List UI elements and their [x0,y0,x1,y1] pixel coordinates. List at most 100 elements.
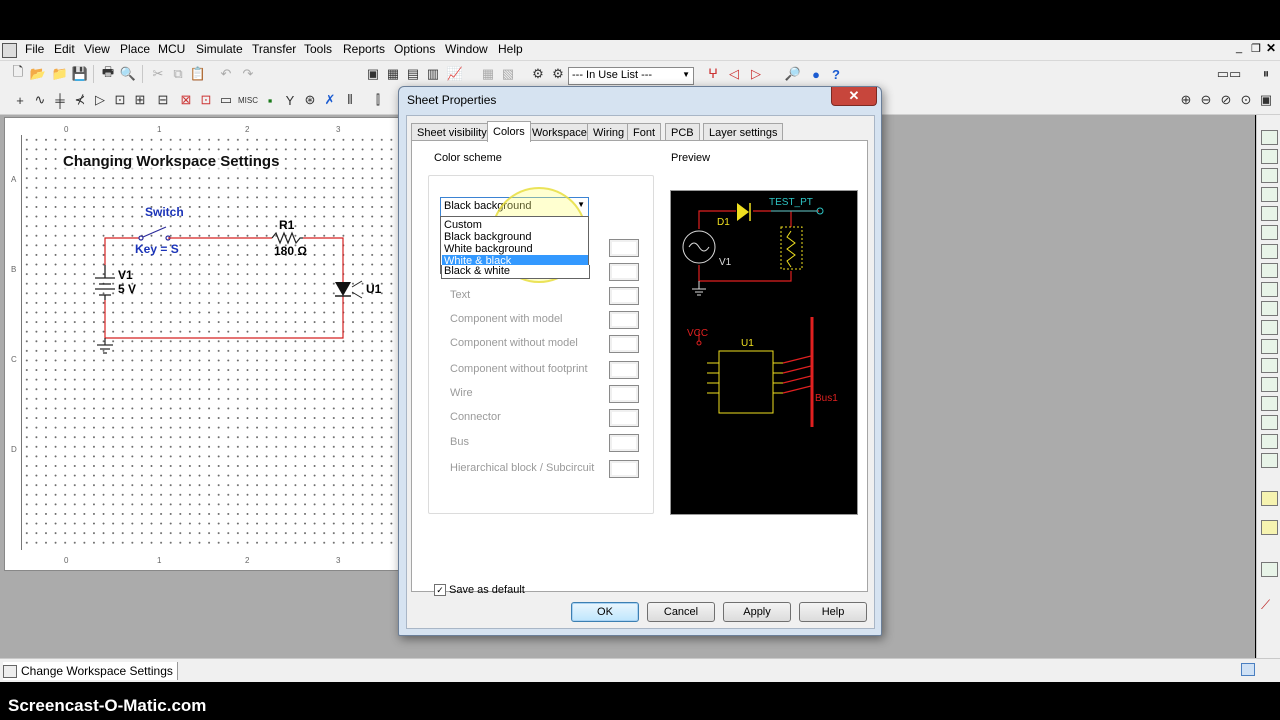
tab-pcb[interactable]: PCB [665,123,700,141]
find-component-icon[interactable]: 🔎 [785,66,801,82]
color-label-connector: Connector [450,411,501,423]
help-button[interactable]: Help [799,602,867,622]
color-swatch-wire[interactable] [609,385,639,403]
resistor-symbol [271,231,303,245]
function-generator-icon[interactable] [1261,149,1278,164]
r1-label: R1 [279,218,295,232]
save-as-default-checkbox[interactable]: ✓ Save as default [434,584,525,596]
v1-label: V1 [118,268,133,282]
menu-help[interactable]: Help [498,42,523,56]
sheet-tab[interactable]: Change Workspace Settings [3,662,178,680]
chevron-down-icon: ▼ [682,70,690,79]
close-icon[interactable]: ✕ [1266,41,1276,55]
option-black-white[interactable]: Black & white [441,265,590,279]
current-probe-icon[interactable] [1261,562,1278,577]
color-swatch-hierarchical-block[interactable] [609,460,639,478]
preview-bus1: Bus1 [815,393,838,404]
ok-button[interactable]: OK [571,602,639,622]
status-bar: Change Workspace Settings [0,658,1280,683]
in-use-list-select[interactable]: --- In Use List --- ▼ [568,67,694,85]
color-swatch-background[interactable] [609,239,639,257]
postprocessor-icon[interactable]: ▧ [500,66,516,82]
agilent-oscilloscope-icon[interactable] [1261,434,1278,449]
ni-elvis-icon[interactable] [1261,520,1278,535]
tab-colors[interactable]: Colors [487,121,531,142]
oscilloscope-icon[interactable] [1261,187,1278,202]
component-wizard-icon[interactable]: ▦ [480,66,496,82]
option-white-background[interactable]: White background [442,243,588,255]
logic-converter-icon[interactable] [1261,282,1278,297]
spectrum-analyzer-icon[interactable] [1261,358,1278,373]
erc-icon[interactable]: ⚙ [530,66,546,82]
option-custom[interactable]: Custom [442,219,588,231]
tab-layer-settings[interactable]: Layer settings [703,123,784,141]
database-icon[interactable]: ▥ [425,66,441,82]
color-preview: TEST_PT D1 V1 VCC U1 Bus1 [670,190,858,515]
color-swatch-component-without-model[interactable] [609,335,639,353]
menu-window[interactable]: Window [445,42,488,56]
tab-workspace[interactable]: Workspace [526,123,593,141]
measurement-probe-icon[interactable]: ⟋ [1261,597,1276,612]
four-channel-oscilloscope-icon[interactable] [1261,206,1278,221]
preview-u1: U1 [741,338,754,349]
switch-label: Switch [145,205,184,219]
color-swatch-selection[interactable] [609,263,639,281]
option-black-white-label: Black & white [444,265,511,277]
color-label-text: Text [450,289,471,301]
tab-wiring[interactable]: Wiring [587,123,631,141]
dialog-close-button[interactable]: ✕ [831,87,877,106]
preview-d1: D1 [717,217,730,228]
zoom-area-icon[interactable]: ⊘ [1218,92,1234,108]
logic-analyzer-icon[interactable] [1261,301,1278,316]
color-scheme-label: Color scheme [431,152,505,164]
switch-key-label: Key = S [135,242,179,256]
frequency-counter-icon[interactable] [1261,244,1278,259]
color-swatch-connector[interactable] [609,409,639,427]
menu-options[interactable]: Options [394,42,435,56]
netlist-icon[interactable]: ⚙ [550,66,566,82]
dialog-title: Sheet Properties [407,93,497,107]
full-screen-icon[interactable]: ▣ [1258,92,1274,108]
agilent-multimeter-icon[interactable] [1261,415,1278,430]
color-swatch-bus[interactable] [609,434,639,452]
iv-analyzer-icon[interactable] [1261,320,1278,335]
zoom-sheet-icon[interactable]: ⊙ [1238,92,1254,108]
tektronix-oscilloscope-icon[interactable] [1261,453,1278,468]
watermark: Screencast-O-Matic.com [8,696,207,715]
preview-schematic [682,203,824,427]
restore-icon[interactable]: ❐ [1251,42,1261,55]
forward-annotate-icon[interactable]: ▷ [748,66,764,82]
color-label-bus: Bus [450,436,469,448]
network-analyzer-icon[interactable] [1261,377,1278,392]
cancel-button[interactable]: Cancel [647,602,715,622]
education-web-icon[interactable]: ● [808,66,824,82]
battery-symbol [95,265,115,300]
preview-vcc: VCC [687,328,709,339]
wattmeter-icon[interactable] [1261,168,1278,183]
labview-icon[interactable] [1261,491,1278,506]
back-annotate-icon[interactable]: ◁ [726,66,742,82]
tab-font[interactable]: Font [627,123,662,141]
apply-button[interactable]: Apply [723,602,791,622]
multimeter-icon[interactable] [1261,130,1278,145]
grapher-icon[interactable]: 📈 [447,66,463,82]
option-black-background[interactable]: Black background [442,231,588,243]
minimize-icon[interactable]: _ [1236,42,1242,54]
probe-icon[interactable]: ⵖ [705,66,721,82]
colors-tab-panel: Color scheme Black background ▼ Custom B… [411,140,868,596]
color-swatch-component-with-model[interactable] [609,311,639,329]
tab-sheet-visibility[interactable]: Sheet visibility [411,123,493,141]
color-swatch-component-without-footprint[interactable] [609,361,639,379]
zoom-out-icon[interactable]: ⊖ [1198,92,1214,108]
simulation-switch-icon[interactable]: ▭▭ [1216,66,1242,82]
bode-plotter-icon[interactable] [1261,225,1278,240]
color-swatch-text[interactable] [609,287,639,305]
agilent-generator-icon[interactable] [1261,396,1278,411]
save-as-default-label: Save as default [449,584,525,596]
distortion-analyzer-icon[interactable] [1261,339,1278,354]
word-generator-icon[interactable] [1261,263,1278,278]
help-icon[interactable]: ? [828,66,844,82]
pause-icon[interactable]: ⏸ [1258,66,1274,82]
spreadsheet-icon[interactable]: ▤ [405,66,421,82]
zoom-in-icon[interactable]: ⊕ [1178,92,1194,108]
